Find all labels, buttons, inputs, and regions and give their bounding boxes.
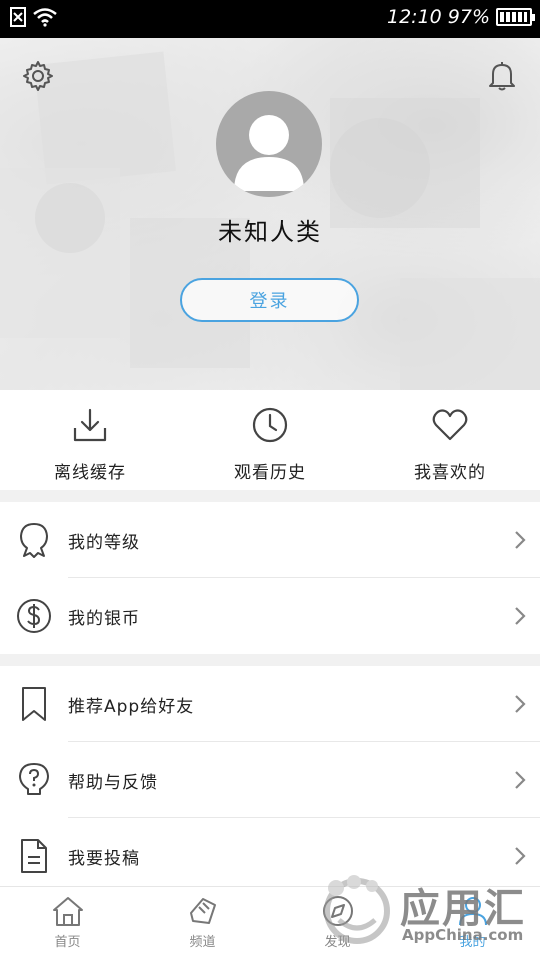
battery-percent: 97%	[447, 6, 490, 28]
chevron-right-icon	[515, 607, 526, 625]
document-icon	[21, 839, 47, 873]
profile-header: 未知人类 登录	[0, 38, 540, 390]
menu-item-label: 推荐App给好友	[68, 696, 195, 717]
heart-icon	[432, 409, 468, 441]
appchina-watermark: 应用汇 AppChina.com	[312, 862, 540, 960]
menu-item-label: 我的银币	[68, 608, 140, 629]
user-silhouette-icon	[234, 115, 304, 191]
tab-label: 频道	[189, 935, 216, 950]
status-time: 12:10	[387, 6, 442, 28]
username: 未知人类	[218, 218, 322, 246]
coin-icon	[17, 599, 51, 633]
offline-cache-button[interactable]: 离线缓存	[0, 390, 180, 490]
menu-item-coins[interactable]: 我的银币	[0, 578, 540, 654]
bell-icon	[489, 62, 515, 91]
battery-icon	[496, 8, 535, 26]
menu-item-help[interactable]: 帮助与反馈	[0, 742, 540, 818]
help-bulb-icon	[19, 763, 49, 795]
watermark-logo-icon	[324, 875, 390, 944]
menu-item-label: 帮助与反馈	[68, 772, 158, 793]
status-bar: 12:10 97%	[0, 0, 540, 38]
status-left	[10, 7, 58, 27]
watermark-subtitle: AppChina.com	[402, 926, 524, 944]
watch-history-button[interactable]: 观看历史	[180, 390, 360, 490]
favorites-button[interactable]: 我喜欢的	[360, 390, 540, 490]
quick-action-label: 我喜欢的	[414, 463, 486, 483]
chevron-right-icon	[515, 695, 526, 713]
section-gap	[0, 654, 540, 666]
chevron-right-icon	[515, 531, 526, 549]
quick-actions: 离线缓存 观看历史 我喜欢的	[0, 390, 540, 490]
menu-item-label: 我的等级	[68, 532, 140, 553]
tab-label: 首页	[54, 935, 81, 950]
notification-button[interactable]	[484, 58, 520, 94]
settings-button[interactable]	[20, 58, 56, 94]
chevron-right-icon	[515, 771, 526, 789]
bookmark-icon	[22, 687, 46, 721]
badge-icon	[20, 523, 48, 558]
quick-action-label: 观看历史	[234, 463, 306, 483]
wifi-icon	[33, 8, 57, 27]
tab-channel[interactable]: 频道	[135, 887, 270, 960]
menu-item-level[interactable]: 我的等级	[0, 502, 540, 578]
avatar[interactable]	[216, 91, 322, 197]
menu-item-recommend[interactable]: 推荐App给好友	[0, 666, 540, 742]
quick-action-label: 离线缓存	[54, 463, 126, 483]
tab-home[interactable]: 首页	[0, 887, 135, 960]
section-gap	[0, 490, 540, 502]
login-button[interactable]: 登录	[180, 278, 359, 322]
sim-off-icon	[10, 7, 26, 27]
channel-icon	[189, 898, 216, 924]
home-icon	[52, 897, 83, 926]
download-icon	[73, 408, 107, 442]
clock-icon	[252, 407, 288, 443]
status-right: 12:10 97%	[387, 6, 535, 28]
battery-fill	[500, 12, 528, 22]
gear-icon	[23, 61, 53, 91]
